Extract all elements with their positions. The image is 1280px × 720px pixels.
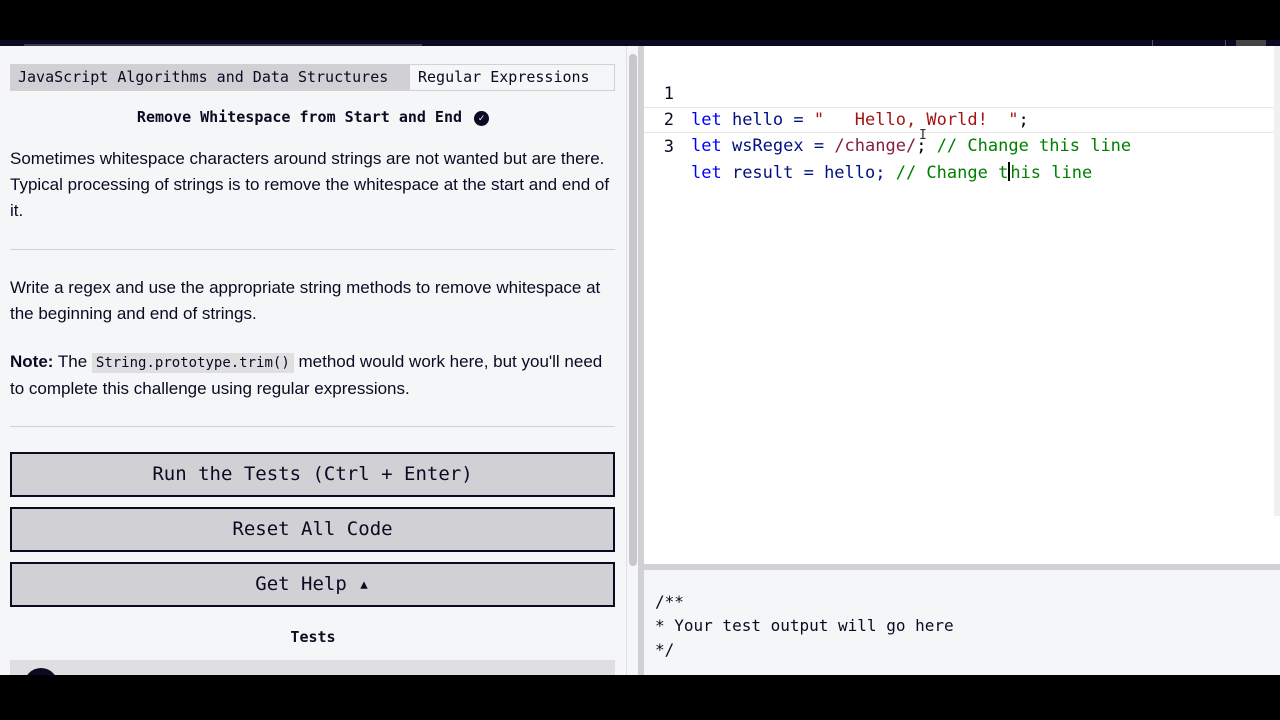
ibeam-cursor-icon: I [919, 128, 927, 143]
challenge-intro: Sometimes whitespace characters around s… [10, 149, 610, 220]
instructions-scrollbar[interactable] [626, 46, 638, 675]
comment-token: // Change t [895, 163, 1009, 183]
breadcrumb-section[interactable]: Regular Expressions [410, 64, 615, 91]
divider [10, 249, 615, 250]
get-help-button[interactable]: Get Help ▴ [10, 562, 615, 607]
note-text-pre: The [53, 352, 92, 371]
editor-line[interactable]: 2 let wsRegex = /change/; // Change this… [644, 81, 1280, 156]
challenge-note: Note: The String.prototype.trim() method… [10, 349, 615, 402]
regex-token: /change/ [834, 136, 917, 156]
breadcrumb: JavaScript Algorithms and Data Structure… [10, 64, 615, 91]
reset-code-button[interactable]: Reset All Code [10, 507, 615, 552]
instructions-pane: JavaScript Algorithms and Data Structure… [0, 46, 626, 675]
line-number: 3 [663, 137, 674, 157]
comment-token: his line [1010, 163, 1093, 183]
note-label: Note: [10, 352, 54, 371]
run-tests-button[interactable]: Run the Tests (Ctrl + Enter) [10, 452, 615, 497]
tests-heading: Tests [290, 628, 336, 646]
challenge-app: JavaScript Algorithms and Data Structure… [0, 46, 1280, 675]
note-inline-code: String.prototype.trim() [91, 353, 294, 373]
scrollbar-thumb[interactable] [629, 54, 637, 566]
challenge-title-text: Remove Whitespace from Start and End [136, 108, 463, 126]
breadcrumb-course[interactable]: JavaScript Algorithms and Data Structure… [10, 64, 410, 91]
editor-scrollbar[interactable] [1274, 46, 1280, 516]
test-status-icon [24, 668, 58, 675]
check-circle-icon: ✓ [474, 111, 490, 126]
test-output-console: /** * Your test output will go here */ [644, 570, 1280, 675]
challenge-title: Remove Whitespace from Start and End ✓ [0, 108, 626, 126]
code-token: wsRegex = [721, 136, 835, 156]
keyword-token: let [691, 163, 722, 183]
editor-line-active[interactable]: 3 let result = hello; // Change t his lin… [644, 107, 1280, 183]
test-item [10, 660, 615, 675]
challenge-instructions: Write a regex and use the appropriate st… [10, 278, 601, 323]
editor-line[interactable]: 1 let hello = " Hello, World! "; [644, 55, 1280, 130]
code-editor[interactable]: 1 let hello = " Hello, World! "; 2 let w… [644, 46, 1280, 564]
code-token: result = hello; [721, 163, 896, 183]
comment-token: // Change this line [936, 136, 1132, 156]
divider [10, 426, 615, 427]
